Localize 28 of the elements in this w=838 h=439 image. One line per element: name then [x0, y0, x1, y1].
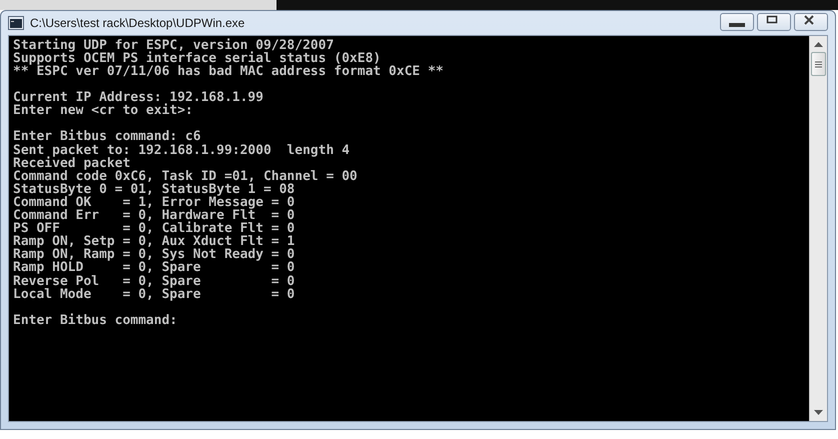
console-line: StatusByte 0 = 01, StatusByte 1 = 08	[13, 182, 295, 196]
console-line: Starting UDP for ESPC, version 09/28/2007	[13, 39, 334, 52]
vertical-scrollbar[interactable]	[809, 36, 827, 421]
maximize-button[interactable]	[757, 13, 791, 31]
console-line: Sent packet to: 192.168.1.99:2000 length 4	[13, 144, 350, 157]
console-line: Enter Bitbus command: c6	[13, 130, 201, 144]
console-line: Command OK = 1, Error Message = 0	[13, 196, 295, 210]
minimize-button[interactable]	[720, 13, 754, 31]
console-line: Ramp HOLD = 0, Spare = 0	[13, 261, 295, 274]
console-line: Ramp ON, Setp = 0, Aux Xduct Flt = 1	[13, 235, 295, 248]
close-button[interactable]	[794, 13, 828, 31]
console-line: PS OFF = 0, Calibrate Flt = 0	[13, 222, 295, 236]
scroll-down-icon[interactable]	[814, 410, 823, 416]
console-line: Enter Bitbus command:	[13, 314, 178, 327]
console-line: Received packet	[13, 156, 130, 170]
window-title: C:\Users\test rack\Desktop\UDPWin.exe	[30, 16, 246, 30]
console-line: Ramp ON, Ramp = 0, Sys Not Ready = 0	[13, 248, 295, 262]
console-line: Command code 0xC6, Task ID =01, Channel = 00	[13, 170, 358, 183]
console-line: Command Err = 0, Hardware Flt = 0	[13, 209, 295, 222]
console-line: Reverse Pol = 0, Spare = 0	[13, 274, 295, 288]
console-line: Current IP Address: 192.168.1.99	[13, 91, 264, 104]
console-line: Supports OCEM PS interface serial status (0xE8)	[13, 52, 381, 66]
console-app-icon	[8, 16, 24, 30]
console-line: ** ESPC ver 07/11/06 has bad MAC address format 0xCE **	[13, 65, 444, 78]
console-line: Local Mode = 0, Spare = 0	[13, 288, 295, 301]
scroll-up-icon[interactable]	[814, 41, 823, 47]
scrollbar-thumb[interactable]	[811, 52, 826, 76]
console-line: Enter new <cr to exit>:	[13, 104, 194, 118]
